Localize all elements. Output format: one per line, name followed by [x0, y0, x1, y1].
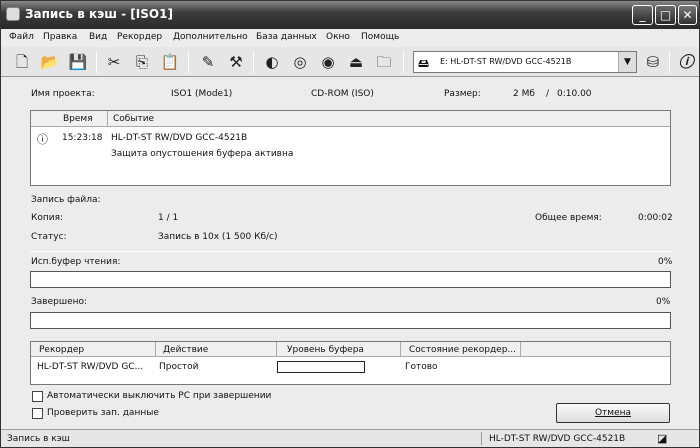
- menu-recorder[interactable]: Рекордер: [117, 32, 162, 42]
- completed-label: Завершено:: [31, 297, 88, 307]
- project-size-value: 2 Мб: [513, 89, 535, 99]
- column-time[interactable]: Время: [63, 114, 93, 124]
- column-event[interactable]: Событие: [113, 114, 154, 124]
- project-size-separator: /: [546, 89, 550, 99]
- status-label: Статус:: [31, 232, 67, 242]
- event-log[interactable]: Время Событие ⓘ 15:23:18 HL-DT-ST RW/DVD…: [30, 110, 671, 186]
- menu-view[interactable]: Вид: [89, 32, 107, 42]
- info-icon[interactable]: ⓘ: [675, 51, 697, 73]
- project-name-label: Имя проекта:: [31, 89, 95, 99]
- project-size-label: Размер:: [444, 89, 481, 99]
- toolbar-divider: [96, 51, 97, 73]
- app-icon: [6, 7, 20, 21]
- title-bar: Запись в кэш - [ISO1] _ □ ✕: [1, 1, 699, 29]
- row-recorder: HL-DT-ST RW/DVD GC...: [37, 362, 144, 372]
- menu-bar: Файл Правка Вид Рекордер Дополнительно Б…: [1, 29, 699, 47]
- read-buffer-label: Исп.буфер чтения:: [31, 257, 121, 267]
- row-action: Простой: [159, 362, 199, 372]
- total-time-value: 0:00:02: [638, 213, 673, 223]
- status-divider: [481, 432, 482, 445]
- row-buffer-level-bar: [277, 361, 365, 373]
- paste-icon[interactable]: 📋: [159, 51, 181, 73]
- column-divider: [520, 342, 521, 357]
- divider: [30, 251, 671, 252]
- disc-info-icon[interactable]: ◎: [289, 51, 311, 73]
- open-icon[interactable]: 📂: [39, 51, 61, 73]
- menu-edit[interactable]: Правка: [43, 32, 77, 42]
- log-event: HL-DT-ST RW/DVD GCC-4521B: [111, 133, 248, 143]
- folder-icon[interactable]: 🗀: [373, 51, 395, 73]
- write-section-label: Запись файла:: [31, 195, 101, 205]
- tools-icon[interactable]: ⚒: [225, 51, 247, 73]
- log-time: 15:23:18: [62, 133, 103, 143]
- column-divider: [276, 342, 277, 357]
- menu-help[interactable]: Помощь: [361, 32, 399, 42]
- column-action[interactable]: Действие: [163, 345, 208, 355]
- status-value: Запись в 10x (1 500 Кб/с): [158, 232, 278, 242]
- toolbar-divider: [403, 51, 404, 73]
- drive-select-value: E: HL-DT-ST RW/DVD GCC-4521B: [440, 57, 572, 66]
- auto-shutdown-label[interactable]: Автоматически выключить PC при завершени…: [47, 391, 271, 401]
- copy-value: 1 / 1: [158, 213, 179, 223]
- menu-file[interactable]: Файл: [9, 32, 34, 42]
- copy-label: Копия:: [31, 213, 64, 223]
- log-event-detail: Защита опустошения буфера активна: [111, 149, 294, 159]
- menu-database[interactable]: База данных: [256, 32, 317, 42]
- status-bar-right: HL-DT-ST RW/DVD GCC-4521B: [489, 434, 626, 444]
- toolbar-divider: [188, 51, 189, 73]
- recorder-table-header: Рекордер Действие Уровень буфера Состоян…: [31, 342, 670, 357]
- eject-icon[interactable]: ⏏: [345, 51, 367, 73]
- drive-select[interactable]: 🖴 E: HL-DT-ST RW/DVD GCC-4521B ▼: [413, 51, 637, 73]
- tray-icon: ◪: [657, 432, 668, 445]
- drive-small-icon: 🖴: [418, 57, 430, 70]
- row-state: Готово: [405, 362, 438, 372]
- maximize-button[interactable]: □: [655, 5, 676, 25]
- info-icon: ⓘ: [37, 133, 48, 146]
- project-name-value: ISO1 (Mode1): [171, 89, 233, 99]
- disc-copy-icon[interactable]: ◉: [317, 51, 339, 73]
- edit-icon[interactable]: ✎: [197, 51, 219, 73]
- burn-icon[interactable]: ◐: [261, 51, 283, 73]
- recorder-table[interactable]: Рекордер Действие Уровень буфера Состоян…: [30, 341, 671, 385]
- column-recorder[interactable]: Рекордер: [39, 345, 84, 355]
- status-bar: Запись в кэш HL-DT-ST RW/DVD GCC-4521B ◪: [1, 429, 699, 447]
- copy-icon[interactable]: ⎘: [131, 51, 153, 73]
- column-divider: [155, 342, 156, 357]
- drive-icon[interactable]: ⛁: [642, 51, 664, 73]
- close-button[interactable]: ✕: [678, 5, 697, 25]
- project-type-value: CD-ROM (ISO): [311, 89, 374, 99]
- completed-bar: [30, 312, 671, 329]
- save-icon[interactable]: 💾: [67, 51, 89, 73]
- menu-window[interactable]: Окно: [326, 32, 350, 42]
- column-recorder-state[interactable]: Состояние рекордер...: [409, 345, 516, 355]
- status-bar-left: Запись в кэш: [7, 434, 70, 444]
- read-buffer-bar: [30, 271, 671, 288]
- chevron-down-icon[interactable]: ▼: [618, 52, 636, 72]
- menu-extra[interactable]: Дополнительно: [173, 32, 248, 42]
- cut-icon[interactable]: ✂: [103, 51, 125, 73]
- minimize-button[interactable]: _: [632, 5, 653, 25]
- column-divider: [400, 342, 401, 357]
- new-icon[interactable]: 🗋: [11, 51, 33, 73]
- column-divider: [107, 111, 108, 126]
- total-time-label: Общее время:: [535, 213, 602, 223]
- project-size-time: 0:10.00: [557, 89, 592, 99]
- window-title: Запись в кэш - [ISO1]: [25, 7, 173, 21]
- read-buffer-percent: 0%: [658, 257, 673, 267]
- auto-shutdown-checkbox[interactable]: [32, 391, 43, 402]
- toolbar-divider: [253, 51, 254, 73]
- verify-checkbox[interactable]: [32, 408, 43, 419]
- column-buffer-level[interactable]: Уровень буфера: [287, 345, 364, 355]
- main-window: Запись в кэш - [ISO1] _ □ ✕ Файл Правка …: [0, 0, 700, 448]
- cancel-button-label: Отмена: [594, 408, 632, 418]
- verify-label[interactable]: Проверить зап. данные: [47, 408, 159, 418]
- event-log-header: Время Событие: [31, 111, 670, 127]
- completed-percent: 0%: [656, 297, 671, 307]
- toolbar-divider: [669, 51, 670, 73]
- cancel-button[interactable]: Отмена: [556, 403, 670, 423]
